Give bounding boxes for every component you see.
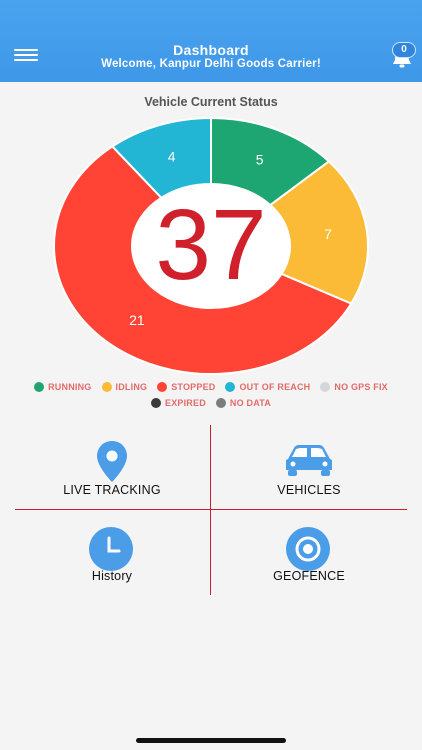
legend-label: STOPPED — [171, 382, 216, 392]
notification-count-badge: 0 — [392, 42, 416, 58]
history-tile[interactable]: History — [15, 512, 209, 594]
chart-title: Vehicle Current Status — [144, 95, 278, 109]
total-vehicles-count: 37 — [155, 189, 267, 301]
car-icon — [286, 445, 332, 476]
history-label: History — [91, 569, 133, 583]
donut-slice-value-label: 21 — [129, 312, 145, 328]
legend-item-running: RUNNING — [34, 382, 91, 392]
legend-label: RUNNING — [48, 382, 92, 392]
legend-item-stopped: STOPPED — [157, 382, 215, 392]
vehicles-tile[interactable]: VEHICLES — [212, 427, 406, 509]
legend-item-idling: IDLING — [101, 382, 148, 392]
legend-label: IDLING — [115, 382, 148, 392]
donut-slice-value-label: 7 — [324, 226, 332, 242]
home-indicator — [136, 738, 286, 743]
clock-icon — [89, 527, 133, 571]
live-tracking-tile[interactable]: LIVE TRACKING — [15, 427, 209, 509]
legend-label: EXPIRED — [165, 398, 206, 408]
welcome-message: Welcome, Kanpur Delhi Goods Carrier! — [101, 58, 321, 70]
vehicles-label: VEHICLES — [277, 483, 341, 497]
geofence-label: GEOFENCE — [273, 569, 345, 583]
legend-color-dot — [157, 382, 168, 392]
legend-color-dot — [151, 398, 161, 408]
map-pin-icon — [97, 441, 127, 482]
donut-slice-value-label: 4 — [168, 148, 176, 164]
legend-color-dot — [225, 382, 236, 392]
live-tracking-label: LIVE TRACKING — [63, 483, 161, 497]
legend-item-no-gps-fix: NO GPS FIX — [320, 382, 388, 392]
legend-item-no-data: NO DATA — [215, 398, 271, 408]
chart-legend-row-1: RUNNING IDLING STOPPED OUT OF REACH NO GPS F… — [0, 382, 422, 392]
legend-color-dot — [34, 382, 45, 392]
donut-slice-value-label: 5 — [256, 151, 264, 167]
geofence-tile[interactable]: GEOFENCE — [212, 512, 406, 594]
notifications-button[interactable]: 0 — [388, 42, 416, 72]
chart-legend-row-2: EXPIRED NO DATA — [0, 398, 422, 408]
grid-divider-vertical — [210, 425, 211, 595]
legend-label: OUT OF REACH — [239, 382, 311, 392]
target-icon — [286, 527, 330, 571]
page-title: Dashboard — [173, 42, 249, 58]
legend-label: NO DATA — [229, 398, 271, 408]
legend-color-dot — [215, 398, 226, 408]
legend-label: NO GPS FIX — [334, 382, 388, 392]
legend-item-expired: EXPIRED — [151, 398, 206, 408]
legend-item-out-of-reach: OUT OF REACH — [225, 382, 310, 392]
legend-color-dot — [101, 382, 112, 392]
legend-color-dot — [320, 382, 331, 392]
grid-divider-horizontal — [15, 509, 407, 510]
app-header: Dashboard Welcome, Kanpur Delhi Goods Ca… — [0, 0, 422, 82]
